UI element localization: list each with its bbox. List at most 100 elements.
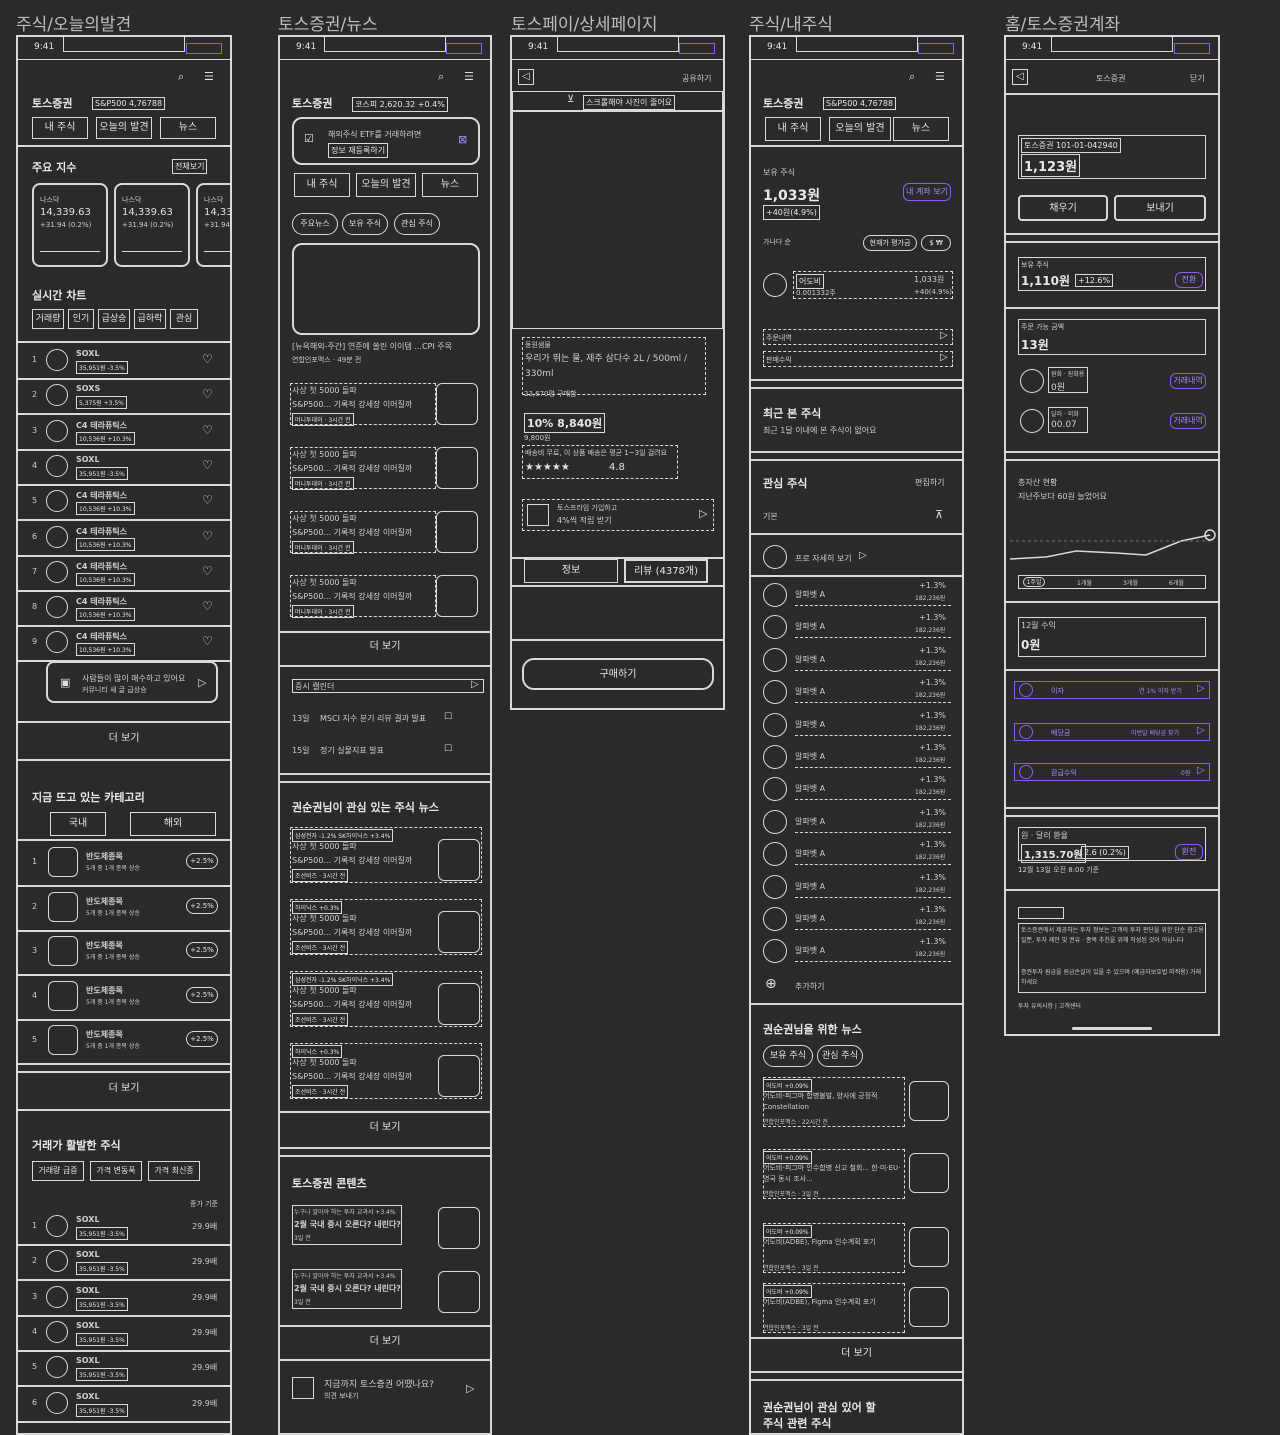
headline-image[interactable] — [292, 243, 480, 335]
heart-icon[interactable]: ♡ — [202, 424, 213, 436]
watch-edit[interactable]: 편집하기 — [915, 477, 944, 488]
active-row[interactable]: 1 SOXL 35,951원 -3.5% 29.9배 — [18, 1209, 230, 1246]
watch-row[interactable]: 알파벳 A +1.3% 182,236원 — [751, 806, 962, 838]
watch-row[interactable]: 알파벳 A +1.3% 182,236원 — [751, 644, 962, 676]
filter-chip[interactable]: 관심 — [170, 309, 198, 329]
rank-row[interactable]: 2 SOXS 5,375원 +3.5% ♡ — [18, 378, 230, 416]
tab-discover[interactable]: 오늘의 발견 — [96, 117, 152, 139]
view-toggle[interactable]: 현재가 평가금 — [863, 235, 917, 251]
add-watch[interactable]: 추가하기 — [795, 981, 824, 992]
my-account-button[interactable]: 내 계좌 보기 — [903, 183, 951, 201]
more-button[interactable]: 더 보기 — [18, 1073, 230, 1107]
foryou-item[interactable]: 삼성전자 -1.2% SK하이닉스 +3.4% 사상 첫 5000 돌파 S&P50… — [280, 971, 490, 1041]
news-chip[interactable]: 주요뉴스 — [292, 213, 338, 235]
tab-mine[interactable]: 내 주식 — [32, 117, 88, 139]
close-icon[interactable]: ⊠ — [458, 134, 467, 145]
more-button[interactable]: 더 보기 — [280, 633, 490, 663]
calendar-event[interactable]: MSCI 지수 분기 리뷰 결과 발표 — [320, 713, 426, 724]
news-chip[interactable]: 보유 주식 — [342, 213, 388, 235]
view-eval[interactable]: 평가금 — [891, 239, 910, 247]
sort-dropdown[interactable]: 가나다 순 — [763, 237, 791, 247]
menu-icon[interactable]: ☰ — [464, 71, 474, 82]
content-item[interactable]: 누구나 알아야 하는 투자 교과서 +3.4% 2월 국내 증시 오른다? 내린다… — [280, 1205, 490, 1265]
rank-row[interactable]: 3 C4 테라퓨틱스 10,536원 +10.3% ♡ — [18, 414, 230, 451]
rank-row[interactable]: 6 C4 테라퓨틱스 10,536원 +10.3% ♡ — [18, 520, 230, 557]
back-button[interactable]: ◁ — [1012, 69, 1028, 85]
category-row[interactable]: 4 반도체종목 5개 중 1개 종목 상승 +2.5% — [18, 975, 230, 1021]
watch-group[interactable]: 기본 — [763, 511, 778, 522]
usd-history-button[interactable]: 거래내역 — [1170, 413, 1206, 429]
category-row[interactable]: 1 반도체종목 5개 중 1개 종목 상승 +2.5% — [18, 841, 230, 887]
watch-row[interactable]: 알파벳 A +1.3% 182,236원 — [751, 611, 962, 643]
mynews-item[interactable]: 어도비 +0.09% 어도비-피그마 합병불발, 양사에 긍정적 Constell… — [751, 1077, 962, 1139]
watch-row[interactable]: 알파벳 A +1.3% 182,236원 — [751, 709, 962, 741]
tab-news[interactable]: 뉴스 — [422, 173, 478, 197]
active-filter-chip[interactable]: 가격 최신종 — [148, 1161, 200, 1181]
active-row[interactable]: 6 SOXL 35,951원 -3.5% 29.9배 — [18, 1386, 230, 1423]
filter-chip[interactable]: 급상승 — [98, 309, 130, 329]
rank-row[interactable]: 1 SOXL 35,951원 -3.5% ♡ — [18, 343, 230, 380]
rank-row[interactable]: 7 C4 테라퓨틱스 10,536원 +10.3% ♡ — [18, 555, 230, 592]
seller-name[interactable]: 동원샘물 — [525, 340, 551, 350]
watch-row[interactable]: 알파벳 A +1.3% 182,236원 — [751, 579, 962, 611]
foryou-item[interactable]: 삼성전자 -1.2% SK하이닉스 +3.4% 사상 첫 5000 돌파 S&P50… — [280, 827, 490, 897]
index-card[interactable]: 나스닥 14,339.63 +31.94 (0.2%) — [196, 183, 230, 267]
filter-chip[interactable]: 거래량 — [32, 309, 64, 329]
more-button[interactable]: 더 보기 — [18, 723, 230, 757]
rebate-row[interactable]: 환급수익 0원 ▷ — [1014, 763, 1210, 781]
checkbox-icon[interactable]: ☐ — [444, 745, 452, 754]
membership-banner[interactable]: 토스프라임 가입하고 4%씩 적립 받기 ▷ — [522, 499, 714, 531]
interest-row[interactable]: 이자 연 1% 이자 받기 ▷ — [1014, 681, 1210, 699]
search-icon[interactable]: ⌕ — [178, 71, 184, 82]
news-item[interactable]: 사상 첫 5000 돌파 S&P500... 기록적 강세장 이어질까 머니투데이 … — [280, 575, 490, 635]
foryou-item[interactable]: 하이닉스 +0.3% 사상 첫 5000 돌파 S&P500... 기록적 강세장 … — [280, 1043, 490, 1113]
mynews-item[interactable]: 어도비 +0.09% 어도비(ADBE), Figma 인수계획 포기 연합인포맥스… — [751, 1283, 962, 1345]
calendar-event[interactable]: 정기 실물지표 발표 — [320, 745, 384, 756]
collapse-icon[interactable]: ⊼ — [935, 509, 943, 520]
watch-row[interactable]: 알파벳 A +1.3% 182,236원 — [751, 935, 962, 967]
period-3m[interactable]: 3개월 — [1123, 578, 1138, 587]
survey-sub[interactable]: 의견 보내기 — [324, 1391, 358, 1401]
active-row[interactable]: 3 SOXL 35,951원 -3.5% 29.9배 — [18, 1280, 230, 1317]
survey-title[interactable]: 지금까지 토스증권 어땠나요? — [324, 1377, 434, 1390]
index-card[interactable]: 나스닥 14,339.63 +31.94 (0.2%) — [114, 183, 190, 267]
filter-chip[interactable]: 급하락 — [134, 309, 166, 329]
promo-banner[interactable]: ☑ 해외주식 ETF를 거래하려면 정보 재등록하기 ⊠ — [292, 117, 480, 165]
holding-label[interactable]: 보유 주식 — [763, 167, 795, 178]
orderable-card[interactable]: 주문 가능 금액 13원 — [1018, 319, 1206, 355]
cat-tab-domestic[interactable]: 국내 — [50, 812, 106, 836]
headline-title[interactable]: [뉴욕해외-주간] 연준에 쏠린 이이템 ...CPI 주목 — [292, 341, 452, 352]
tab-mine[interactable]: 내 주식 — [765, 117, 821, 141]
checkbox-icon[interactable]: ☐ — [444, 713, 452, 722]
tab-discover[interactable]: 오늘의 발견 — [356, 173, 416, 197]
buy-button[interactable]: 구매하기 — [522, 658, 714, 690]
active-row[interactable]: 5 SOXL 35,951원 -3.5% 29.9배 — [18, 1350, 230, 1388]
tab-news[interactable]: 뉴스 — [893, 117, 949, 141]
menu-icon[interactable]: ☰ — [204, 71, 214, 82]
foryou-item[interactable]: 하이닉스 +0.3% 사상 첫 5000 돌파 S&P500... 기록적 강세장 … — [280, 899, 490, 969]
dividend-button[interactable]: 이번달 배당금 찾기 — [1131, 728, 1179, 737]
watch-row[interactable]: 알파벳 A +1.3% 182,236원 — [751, 741, 962, 773]
product-image[interactable] — [512, 111, 723, 329]
stock-row[interactable]: 어도비 0.001332주 1,033원 +40(4.9%) — [793, 271, 953, 299]
heart-icon[interactable]: ♡ — [202, 635, 213, 647]
watch-row[interactable]: 알파벳 A +1.3% 182,236원 — [751, 871, 962, 903]
share-button[interactable]: 공유하기 — [682, 73, 711, 84]
heart-icon[interactable]: ♡ — [202, 600, 213, 612]
detail-view-link[interactable]: 프로 자세히 보기 — [795, 553, 852, 564]
period-1w[interactable]: 1주일 — [1023, 577, 1045, 587]
more-button[interactable]: 더 보기 — [751, 1339, 962, 1371]
fx-card[interactable]: 원 · 달러 환율 1,315.70원 2.6 (0.2%) 환전 — [1018, 827, 1206, 863]
news-item[interactable]: 사상 첫 5000 돌파 S&P500... 기록적 강세장 이어질까 머니투데이 … — [280, 383, 490, 443]
interest-button[interactable]: 연 1% 이자 받기 — [1139, 686, 1182, 695]
news-chip[interactable]: 관심 주식 — [394, 213, 440, 235]
chip-watch[interactable]: 관심 주식 — [817, 1045, 863, 1067]
heart-icon[interactable]: ♡ — [202, 565, 213, 577]
account-number[interactable]: 토스증권 101-01-042940 — [1021, 138, 1121, 153]
tab-news[interactable]: 뉴스 — [160, 117, 216, 139]
active-row[interactable]: 2 SOXL 35,951원 -3.5% 29.9배 — [18, 1244, 230, 1282]
search-icon[interactable]: ⌕ — [438, 71, 444, 82]
plus-icon[interactable]: ⊕ — [765, 977, 777, 991]
rank-row[interactable]: 9 C4 테라퓨틱스 10,536원 +10.3% ♡ — [18, 625, 230, 663]
active-filter-chip[interactable]: 가격 변동폭 — [90, 1161, 142, 1181]
